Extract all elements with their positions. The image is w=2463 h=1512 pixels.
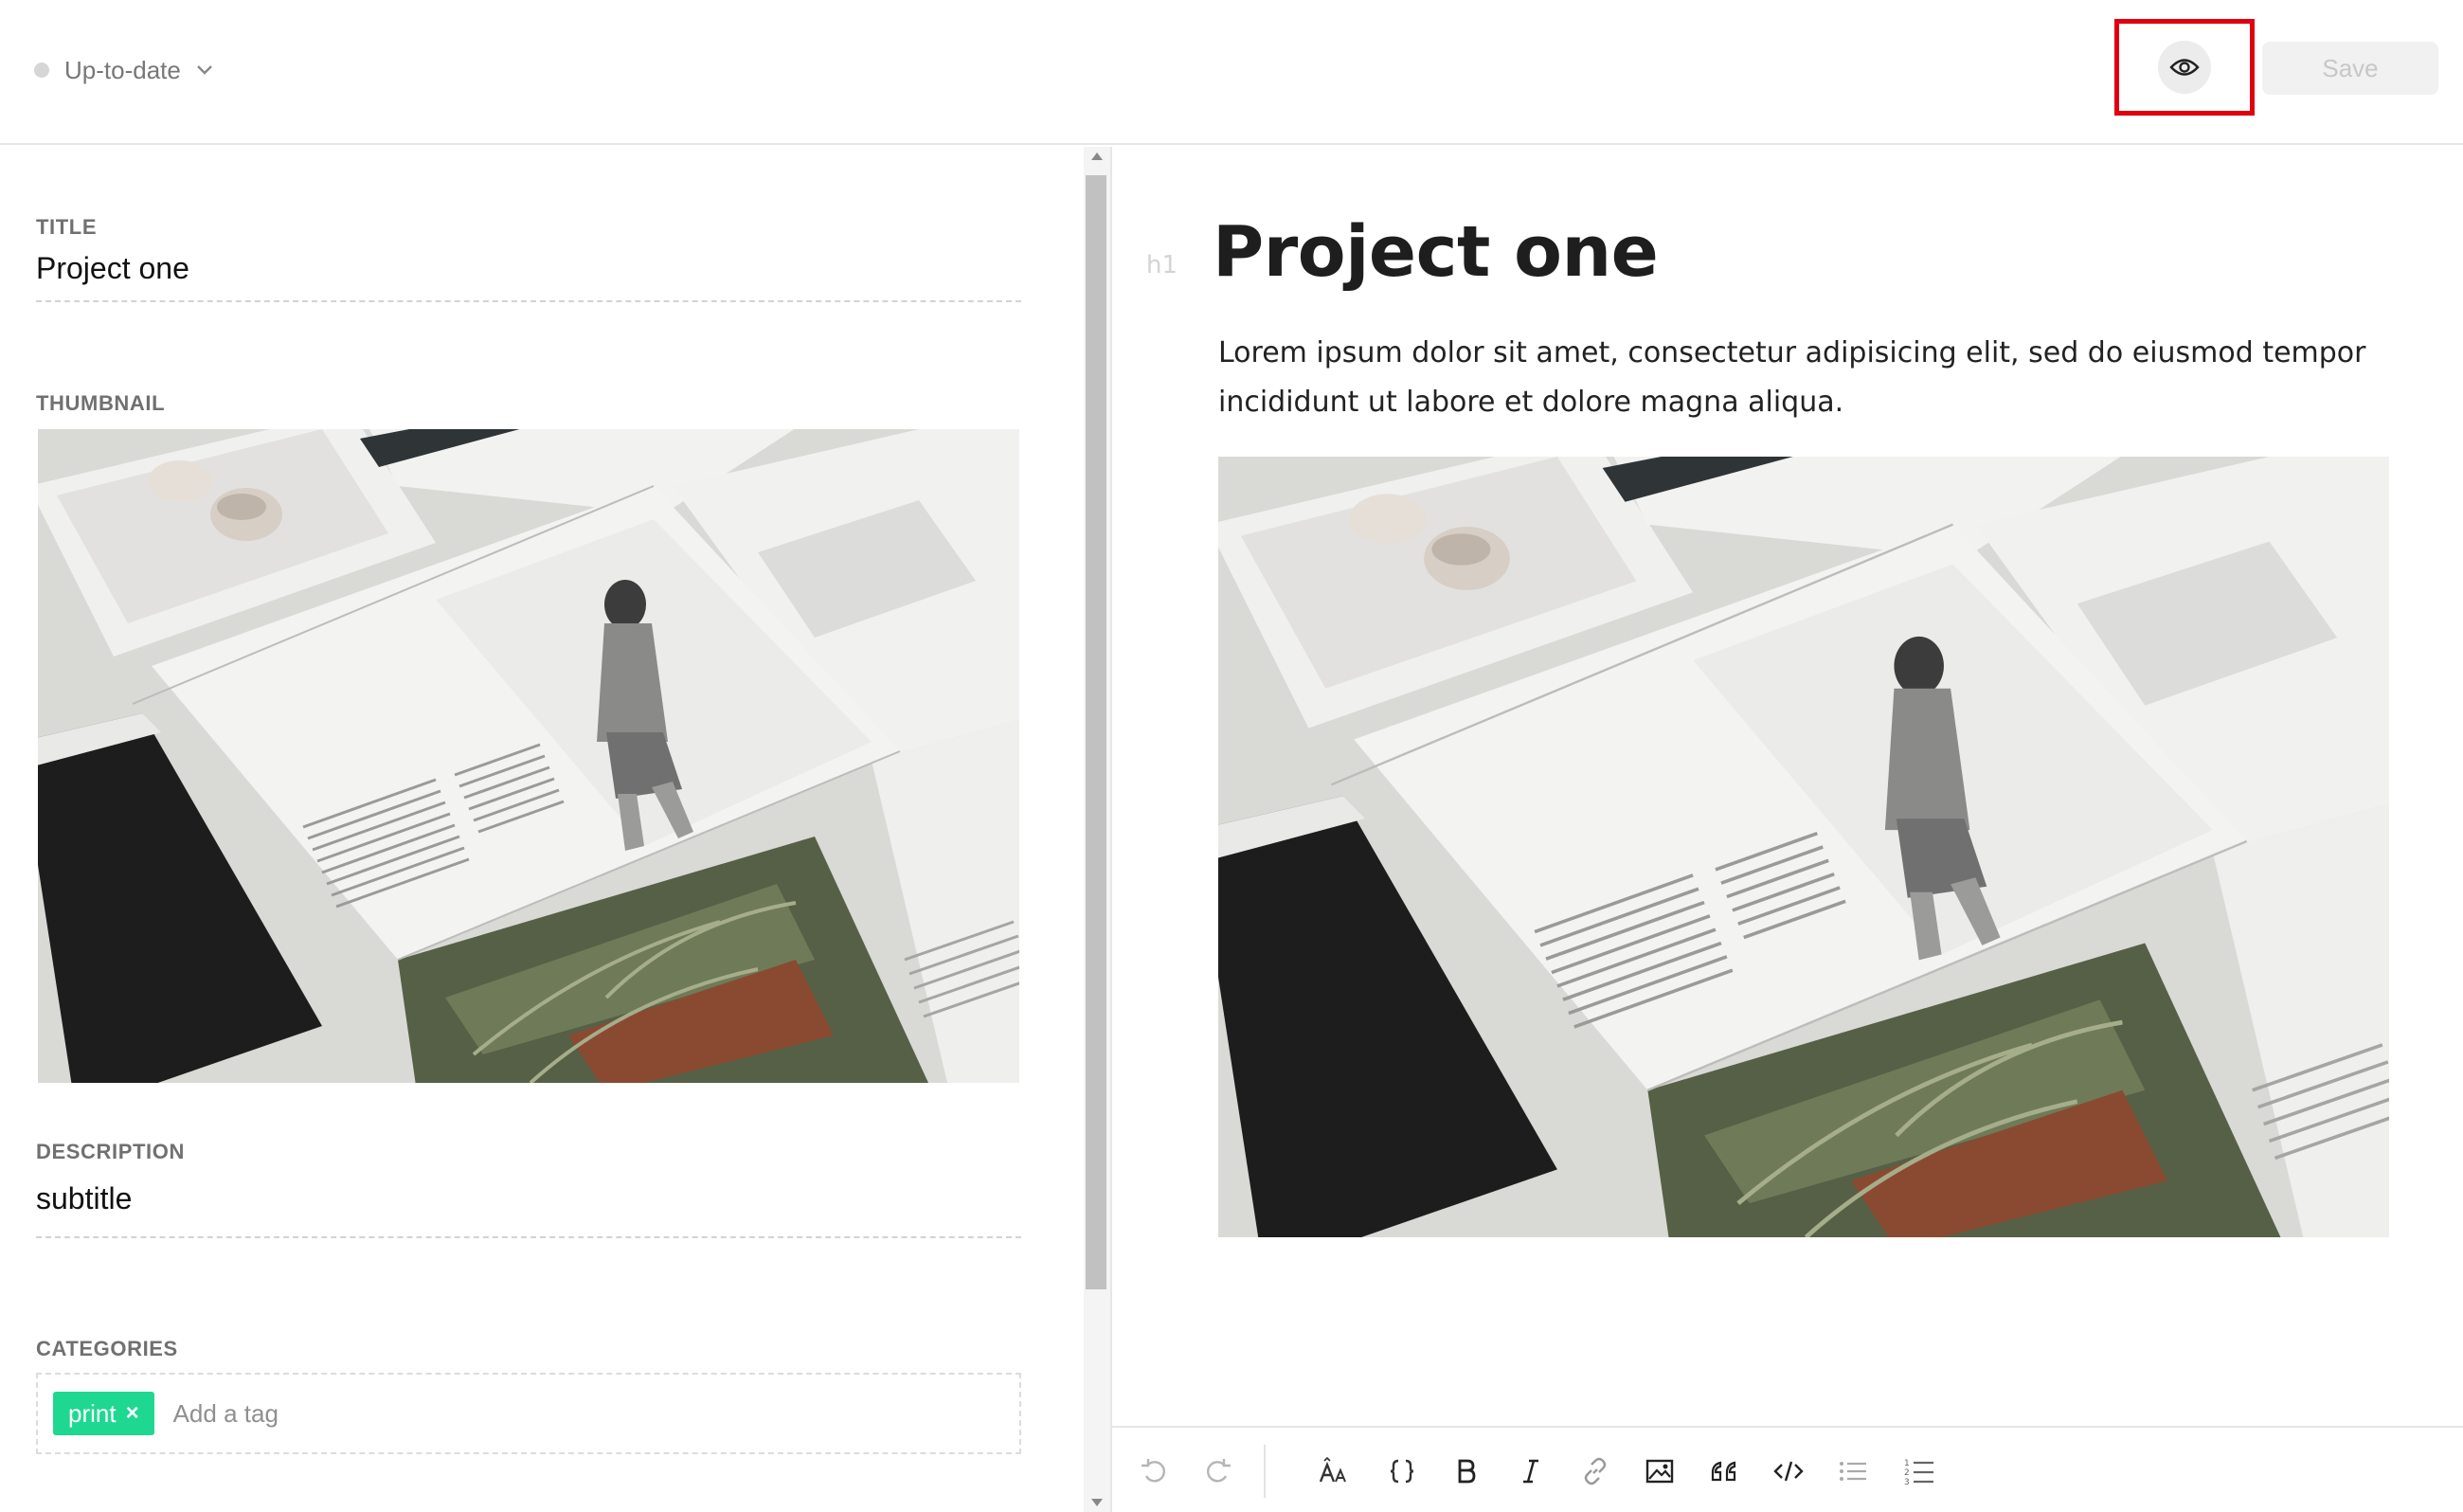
scroll-up-arrow[interactable] (1091, 153, 1103, 160)
editor-heading[interactable]: Project one (1213, 211, 1659, 293)
heading-level-marker: h1 (1146, 251, 1178, 279)
svg-text:2: 2 (1904, 1468, 1910, 1478)
scroll-down-arrow[interactable] (1091, 1499, 1103, 1506)
preview-button-circle (2158, 41, 2211, 94)
top-bar: Up-to-date Save (0, 0, 2463, 145)
text-size-icon[interactable] (1311, 1449, 1357, 1494)
title-underline (36, 300, 1021, 302)
title-input[interactable]: Project one (36, 251, 189, 286)
redo-icon[interactable] (1196, 1449, 1241, 1494)
editor-toolbar: 123 (1112, 1426, 2463, 1512)
code-icon[interactable] (1766, 1449, 1811, 1494)
status-dot (34, 63, 49, 78)
categories-label: CATEGORIES (36, 1337, 178, 1360)
thumbnail-image[interactable] (38, 429, 1019, 1083)
tag-remove-button[interactable]: × (126, 1400, 139, 1427)
scrollbar[interactable] (1084, 147, 1110, 1512)
chevron-down-icon (196, 64, 213, 76)
description-input[interactable]: subtitle (36, 1181, 132, 1216)
save-button[interactable]: Save (2262, 42, 2438, 95)
bold-icon[interactable] (1444, 1449, 1489, 1494)
editor-image[interactable] (1218, 457, 2389, 1237)
tag-label: print (68, 1398, 117, 1428)
add-tag-input[interactable] (172, 1398, 552, 1429)
scroll-thumb[interactable] (1086, 175, 1106, 1289)
content-editor[interactable]: h1 Project one Lorem ipsum dolor sit ame… (1112, 147, 2463, 1426)
toolbar-separator (1264, 1445, 1266, 1498)
undo-icon[interactable] (1131, 1449, 1177, 1494)
preview-button[interactable] (2114, 19, 2255, 116)
status-label: Up-to-date (64, 55, 181, 84)
numbered-list-icon[interactable]: 123 (1897, 1449, 1942, 1494)
categories-field[interactable]: print × (36, 1373, 1021, 1454)
eye-icon (2169, 57, 2200, 78)
svg-text:3: 3 (1904, 1478, 1910, 1486)
editor-paragraph[interactable]: Lorem ipsum dolor sit amet, consectetur … (1218, 329, 2383, 427)
description-label: DESCRIPTION (36, 1140, 185, 1163)
title-label: TITLE (36, 215, 98, 239)
tag-print[interactable]: print × (53, 1392, 154, 1435)
svg-text:1: 1 (1904, 1459, 1910, 1468)
bullet-list-icon[interactable] (1830, 1449, 1876, 1494)
link-icon[interactable] (1573, 1449, 1618, 1494)
italic-icon[interactable] (1508, 1449, 1554, 1494)
description-underline (36, 1236, 1021, 1238)
status-dropdown[interactable]: Up-to-date (34, 53, 213, 87)
image-icon[interactable] (1637, 1449, 1682, 1494)
thumbnail-label: THUMBNAIL (36, 391, 166, 415)
braces-icon[interactable] (1379, 1449, 1425, 1494)
quote-icon[interactable] (1701, 1449, 1747, 1494)
fields-panel: TITLE Project one THUMBNAIL DESCRIPTION … (0, 147, 1084, 1512)
